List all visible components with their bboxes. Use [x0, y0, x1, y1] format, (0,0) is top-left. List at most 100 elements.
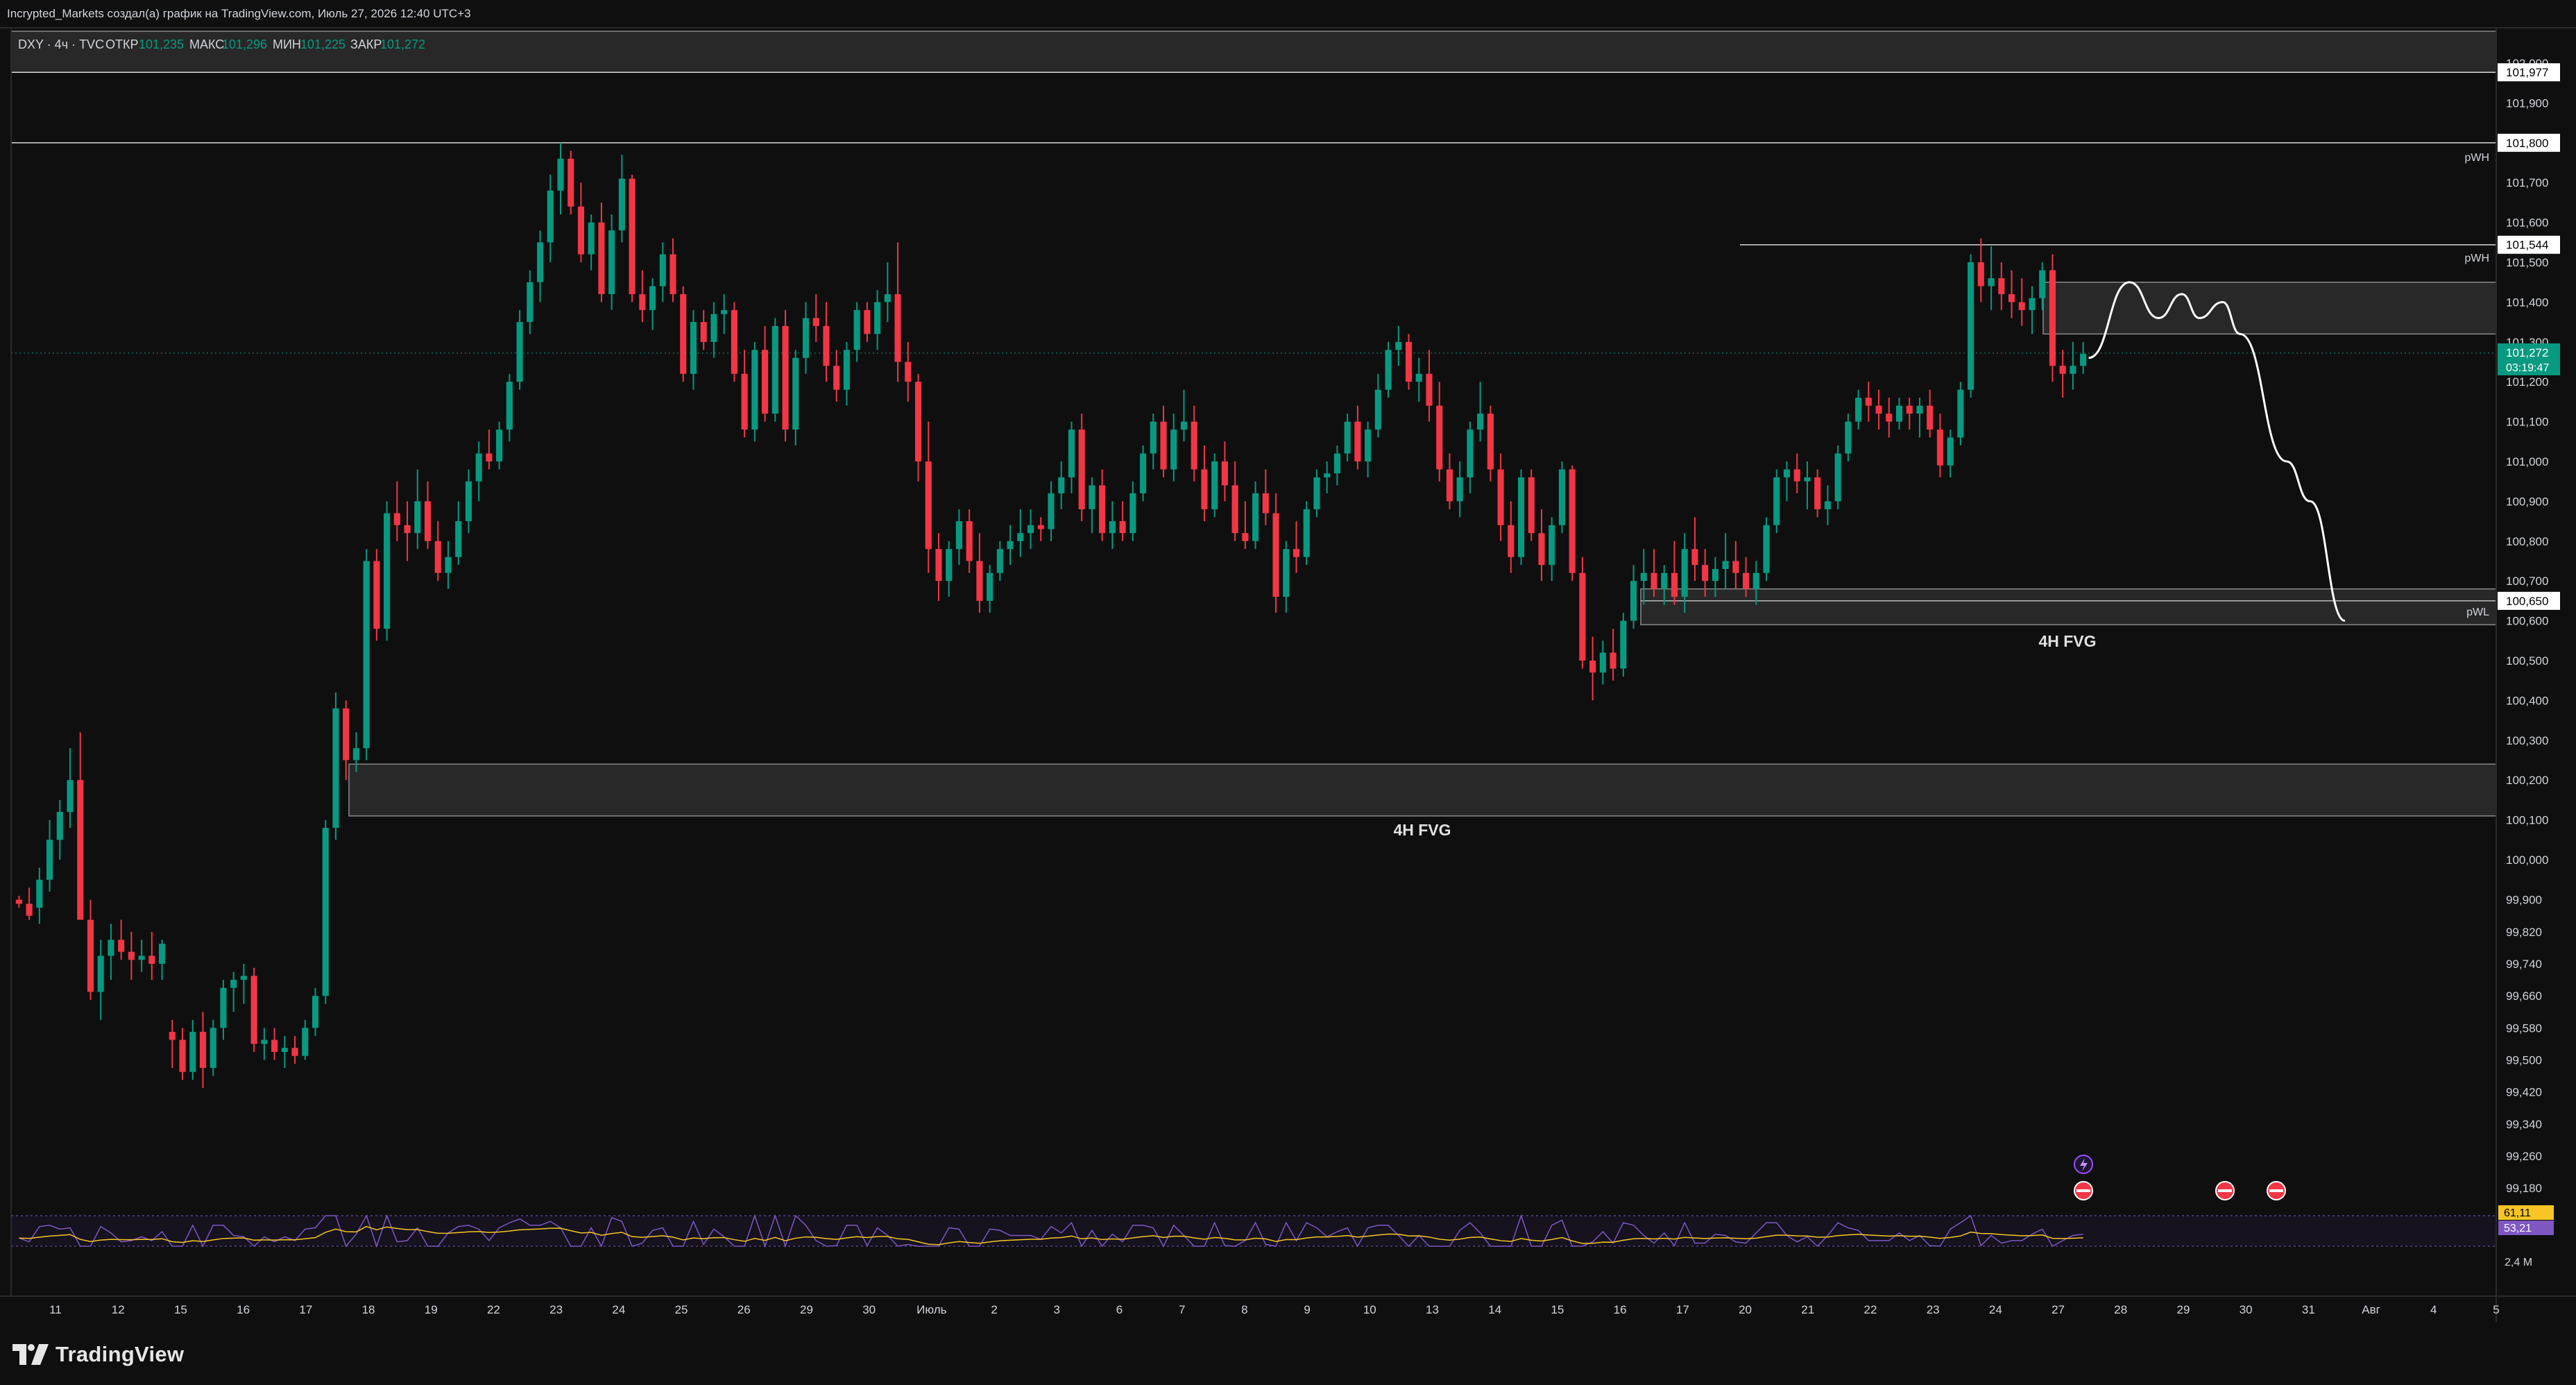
- candle-body: [1180, 421, 1188, 430]
- candle-body: [618, 178, 625, 231]
- price-tick-label: 100,500: [2506, 654, 2548, 668]
- candle-body: [199, 1032, 207, 1069]
- event-icons[interactable]: [2074, 1155, 2286, 1200]
- candle-body: [1589, 661, 1596, 673]
- candle-body: [1681, 549, 1688, 597]
- candle-body: [833, 366, 840, 390]
- legend-high: 101,296: [222, 37, 267, 51]
- candle-body: [588, 222, 595, 255]
- price-tick-label: 100,600: [2506, 615, 2548, 628]
- candle-body: [721, 309, 728, 314]
- candle-body: [1415, 373, 1422, 382]
- candle-body: [547, 190, 554, 243]
- candle-body: [1671, 572, 1678, 597]
- candle-body: [1313, 477, 1320, 509]
- candle-body: [516, 322, 523, 382]
- candle-body: [1354, 421, 1361, 461]
- candle-body: [1773, 477, 1780, 525]
- candle-body: [1763, 525, 1770, 573]
- candle-body: [1834, 453, 1841, 502]
- candle-body: [864, 309, 871, 334]
- time-tick-label: Июль: [916, 1303, 947, 1316]
- candle-body: [343, 708, 350, 761]
- tradingview-logo[interactable]: TradingView: [12, 1341, 184, 1368]
- candle-body: [179, 1039, 186, 1072]
- candle-body: [762, 350, 769, 414]
- candle-body: [1783, 469, 1791, 477]
- price-tick-label: 100,000: [2506, 853, 2548, 867]
- candle-body: [1211, 461, 1218, 509]
- time-tick-label: 24: [1989, 1303, 2002, 1316]
- candle-body: [118, 940, 125, 952]
- candle-body: [629, 178, 636, 294]
- candle-body: [874, 302, 881, 334]
- price-tick-label: 99,340: [2506, 1118, 2542, 1131]
- time-tick-label: 26: [737, 1303, 751, 1316]
- time-tick-label: 14: [1488, 1303, 1501, 1316]
- zone-supply-box: [2042, 281, 2497, 335]
- price-chart[interactable]: 102,000101,900101,800101,700101,600101,5…: [0, 0, 2576, 1385]
- candle-body: [281, 1048, 288, 1052]
- candle-body: [1231, 485, 1238, 534]
- price-tick-label: 100,700: [2506, 575, 2548, 588]
- candle-body: [1477, 414, 1484, 430]
- time-tick-label: 6: [1116, 1303, 1123, 1316]
- candle-body: [15, 899, 22, 904]
- time-tick-label: 19: [425, 1303, 438, 1316]
- price-tick-label: 101,500: [2506, 256, 2548, 269]
- candle-body: [220, 987, 227, 1028]
- candle-body: [291, 1048, 298, 1056]
- candle-body: [1977, 262, 1984, 287]
- candle-body: [1855, 398, 1862, 422]
- time-tick-label: 13: [1426, 1303, 1439, 1316]
- candle-body: [1333, 453, 1340, 474]
- candle-body: [1528, 477, 1535, 534]
- candle-body: [1712, 568, 1718, 581]
- candle-body: [1119, 521, 1126, 534]
- candle-body: [1467, 430, 1474, 477]
- price-tick-label: 99,420: [2506, 1086, 2542, 1099]
- candle-body: [1160, 421, 1167, 470]
- candle-body: [1620, 620, 1627, 669]
- candle-body: [1089, 485, 1095, 509]
- candle-body: [404, 525, 411, 534]
- time-tick-label: 2: [991, 1303, 997, 1316]
- candle-body: [1906, 405, 1913, 414]
- price-tick-label: 101,400: [2506, 296, 2548, 309]
- candle-body: [271, 1039, 278, 1052]
- candle-body: [261, 1039, 268, 1044]
- candle-body: [1099, 485, 1106, 534]
- time-tick-label: 18: [362, 1303, 375, 1316]
- candle-body: [1517, 477, 1525, 557]
- candle-body: [1456, 477, 1463, 502]
- price-tag-label: 101,544: [2506, 239, 2548, 252]
- time-tick-label: 17: [1676, 1303, 1689, 1316]
- legend-close-label: ЗАКР: [350, 37, 382, 51]
- candle-body: [1344, 421, 1351, 454]
- candle-body: [2039, 270, 2046, 298]
- candle-body: [1191, 421, 1197, 470]
- candle-body: [393, 513, 400, 525]
- legend-close: 101,272: [380, 37, 425, 51]
- candle-body: [1865, 398, 1872, 406]
- candle-body: [1395, 341, 1402, 350]
- candle-body: [771, 325, 778, 414]
- candle-body: [1007, 541, 1014, 550]
- candle-body: [914, 382, 922, 461]
- candle-body: [312, 996, 319, 1028]
- time-tick-label: 30: [2240, 1303, 2253, 1316]
- time-tick-label: 7: [1179, 1303, 1185, 1316]
- rsi-layer: [11, 1214, 2496, 1248]
- candle-body: [1968, 262, 1974, 390]
- candle-body: [1436, 405, 1443, 470]
- time-tick-label: 31: [2302, 1303, 2315, 1316]
- candle-body: [577, 206, 585, 255]
- candle-body: [792, 357, 799, 430]
- pwl-label: pWL: [2466, 606, 2489, 618]
- candle-body: [445, 556, 452, 573]
- price-tick-label: 100,200: [2506, 774, 2548, 787]
- candle-body: [1538, 533, 1545, 566]
- candle-body: [128, 951, 135, 960]
- candle-body: [1743, 572, 1750, 589]
- legend-low: 101,225: [300, 37, 346, 51]
